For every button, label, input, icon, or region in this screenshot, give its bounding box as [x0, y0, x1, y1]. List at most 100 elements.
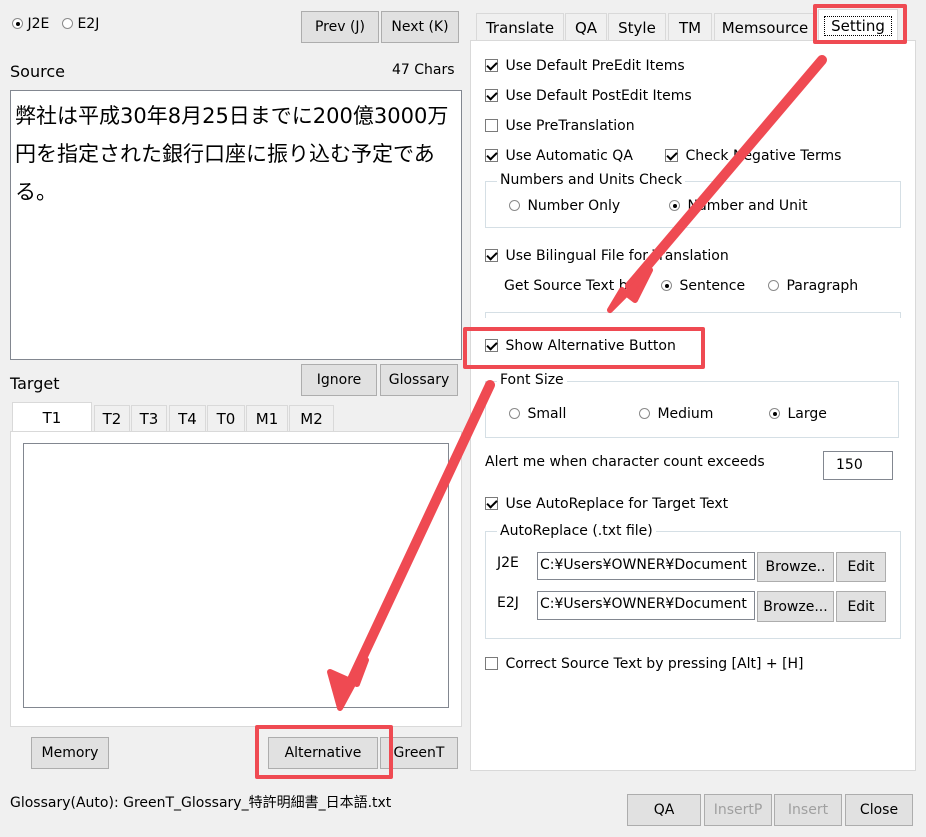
mode-e2j[interactable]: E2J: [62, 16, 99, 32]
use-pretranslation-label: Use PreTranslation: [505, 118, 635, 134]
tab-t1[interactable]: T1: [12, 402, 92, 432]
target-label: Target: [10, 374, 60, 393]
use-autoreplace-option[interactable]: Use AutoReplace for Target Text: [485, 496, 728, 512]
memory-button[interactable]: Memory: [31, 737, 109, 769]
medium-option[interactable]: Medium: [639, 406, 713, 422]
use-default-preedit-option[interactable]: Use Default PreEdit Items: [485, 58, 685, 74]
tab-t4[interactable]: T4: [169, 405, 206, 432]
use-bilingual-file-label: Use Bilingual File for Translation: [505, 248, 729, 264]
number-only-label: Number Only: [527, 198, 621, 214]
close-button[interactable]: Close: [845, 794, 913, 826]
source-char-count: 47 Chars: [392, 62, 455, 78]
tab-translate[interactable]: Translate: [476, 13, 564, 41]
check-negative-terms-label: Check Negative Terms: [685, 148, 842, 164]
highlight-alternative-button: [255, 725, 393, 779]
tab-style[interactable]: Style: [608, 13, 666, 41]
tab-qa[interactable]: QA: [565, 13, 607, 41]
use-automatic-qa-checkbox[interactable]: [485, 149, 498, 162]
tab-t3[interactable]: T3: [131, 405, 167, 432]
use-autoreplace-checkbox[interactable]: [485, 497, 498, 510]
tab-t0[interactable]: T0: [207, 405, 245, 432]
use-bilingual-file-option[interactable]: Use Bilingual File for Translation: [485, 248, 729, 264]
large-option[interactable]: Large: [769, 406, 827, 422]
insertp-button[interactable]: InsertP: [704, 794, 772, 826]
e2j-file-path[interactable]: C:¥Users¥OWNER¥Document: [537, 591, 755, 620]
autoreplace-group: [485, 531, 901, 639]
j2e-file-path[interactable]: C:¥Users¥OWNER¥Document: [537, 552, 755, 580]
source-text[interactable]: 弊社は平成30年8月25日までに200億3000万円を指定された銀行口座に振り込…: [10, 90, 462, 360]
use-default-preedit-checkbox[interactable]: [485, 59, 498, 72]
correct-source-checkbox[interactable]: [485, 657, 498, 670]
correct-source-label: Correct Source Text by pressing [Alt] + …: [505, 656, 804, 672]
small-radio[interactable]: [509, 408, 520, 419]
check-negative-terms-checkbox[interactable]: [665, 149, 678, 162]
number-and-unit-option[interactable]: Number and Unit: [669, 198, 807, 214]
highlight-show-alternative: [463, 327, 705, 369]
tab-m2[interactable]: M2: [289, 405, 334, 432]
autoreplace-group-label: AutoReplace (.txt file): [497, 523, 656, 539]
prev-button[interactable]: Prev (J): [301, 11, 379, 43]
divider: [485, 312, 901, 318]
use-autoreplace-label: Use AutoReplace for Target Text: [505, 496, 729, 512]
font-size-group-label: Font Size: [497, 372, 567, 388]
ignore-button[interactable]: Ignore: [301, 364, 377, 396]
glossary-button[interactable]: Glossary: [380, 364, 458, 396]
j2e-file-path-value: C:¥Users¥OWNER¥Document: [540, 557, 747, 573]
j2e-radio[interactable]: [12, 18, 23, 29]
paragraph-label: Paragraph: [786, 278, 859, 294]
correct-source-option[interactable]: Correct Source Text by pressing [Alt] + …: [485, 656, 804, 672]
large-radio[interactable]: [769, 408, 780, 419]
e2j-file-label: E2J: [497, 595, 519, 611]
browse-j2e-button[interactable]: Browze..: [757, 552, 834, 582]
e2j-label: E2J: [77, 16, 100, 32]
target-text[interactable]: [23, 443, 449, 708]
source-text-content: 弊社は平成30年8月25日までに200億3000万円を指定された銀行口座に振り込…: [15, 104, 449, 204]
mode-j2e[interactable]: J2E: [12, 16, 49, 32]
use-pretranslation-option[interactable]: Use PreTranslation: [485, 118, 635, 134]
alert-count-input[interactable]: 150: [823, 451, 893, 480]
medium-radio[interactable]: [639, 408, 650, 419]
use-default-postedit-label: Use Default PostEdit Items: [505, 88, 692, 104]
edit-j2e-button[interactable]: Edit: [836, 552, 886, 582]
alert-count-value: 150: [836, 457, 863, 473]
paragraph-option[interactable]: Paragraph: [768, 278, 858, 294]
tab-t2[interactable]: T2: [94, 405, 130, 432]
j2e-label: J2E: [27, 16, 50, 32]
number-and-unit-radio[interactable]: [669, 200, 680, 211]
next-button[interactable]: Next (K): [381, 11, 459, 43]
use-default-preedit-label: Use Default PreEdit Items: [505, 58, 685, 74]
edit-e2j-button[interactable]: Edit: [836, 591, 886, 622]
use-default-postedit-option[interactable]: Use Default PostEdit Items: [485, 88, 692, 104]
highlight-setting-tab: [813, 4, 907, 44]
small-option[interactable]: Small: [509, 406, 566, 422]
get-source-text-by-label: Get Source Text by: [504, 278, 636, 294]
sentence-label: Sentence: [679, 278, 746, 294]
e2j-file-path-value: C:¥Users¥OWNER¥Document: [540, 596, 747, 612]
glossary-status: Glossary(Auto): GreenT_Glossary_特許明細書_日本…: [10, 795, 392, 811]
sentence-radio[interactable]: [661, 280, 672, 291]
paragraph-radio[interactable]: [768, 280, 779, 291]
sentence-option[interactable]: Sentence: [661, 278, 745, 294]
use-pretranslation-checkbox[interactable]: [485, 119, 498, 132]
qa-button[interactable]: QA: [627, 794, 701, 826]
browse-e2j-button[interactable]: Browze...: [757, 591, 834, 622]
small-label: Small: [527, 406, 567, 422]
numbers-units-group-label: Numbers and Units Check: [497, 172, 686, 188]
medium-label: Medium: [657, 406, 714, 422]
e2j-radio[interactable]: [62, 18, 73, 29]
alert-label: Alert me when character count exceeds: [485, 454, 765, 470]
number-only-option[interactable]: Number Only: [509, 198, 620, 214]
number-and-unit-label: Number and Unit: [687, 198, 808, 214]
j2e-file-label: J2E: [497, 555, 519, 571]
use-bilingual-file-checkbox[interactable]: [485, 249, 498, 262]
use-default-postedit-checkbox[interactable]: [485, 89, 498, 102]
tab-m1[interactable]: M1: [246, 405, 288, 432]
insert-button[interactable]: Insert: [774, 794, 842, 826]
source-label: Source: [10, 62, 65, 81]
tab-memsource[interactable]: Memsource: [714, 13, 816, 41]
large-label: Large: [787, 406, 827, 422]
tab-tm[interactable]: TM: [668, 13, 712, 41]
number-only-radio[interactable]: [509, 200, 520, 211]
use-automatic-qa-option[interactable]: Use Automatic QA: [485, 148, 633, 164]
check-negative-terms-option[interactable]: Check Negative Terms: [665, 148, 841, 164]
